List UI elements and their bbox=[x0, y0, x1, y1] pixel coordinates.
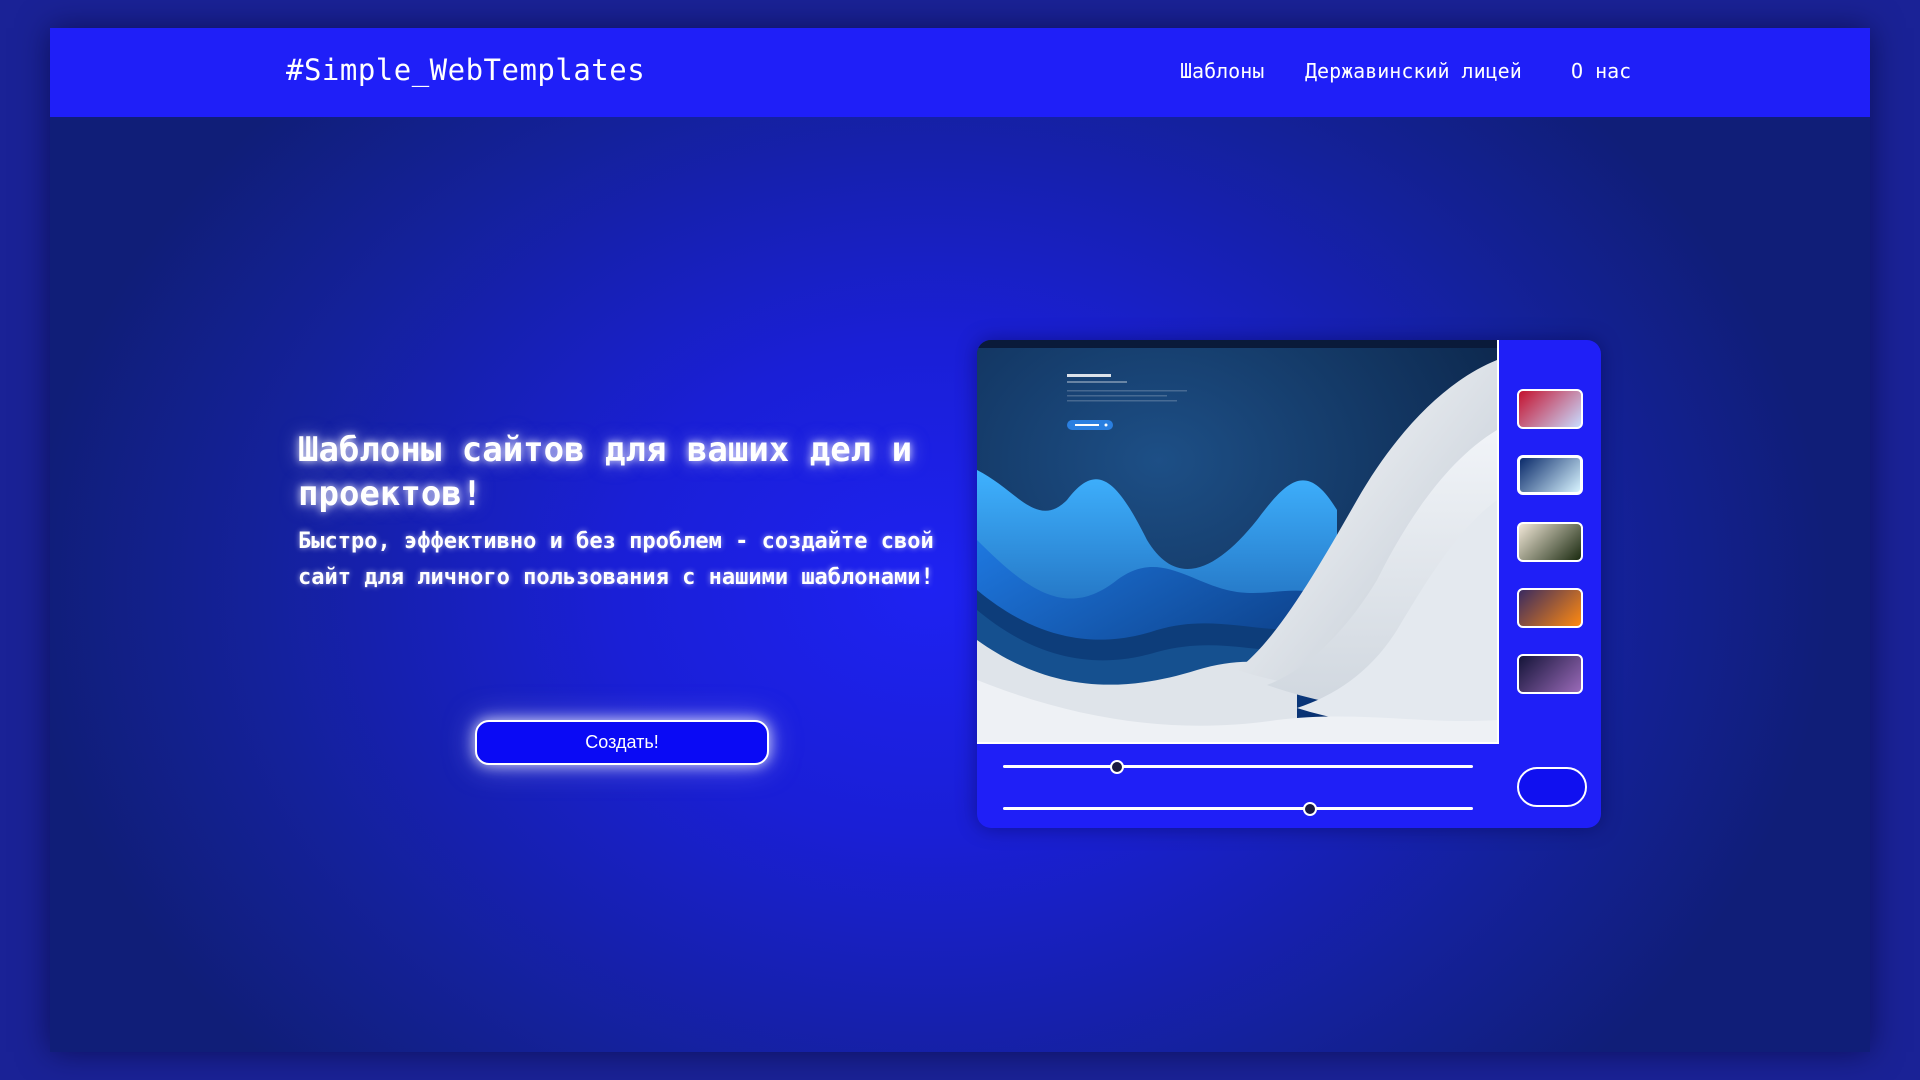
top-navigation-bar: #Simple_WebTemplates Шаблоны Державински… bbox=[50, 28, 1870, 117]
hero-title: Шаблоны сайтов для ваших дел и проектов! bbox=[298, 430, 913, 514]
template-preview bbox=[977, 340, 1499, 744]
nav-link-lyceum[interactable]: Державинский лицей bbox=[1305, 59, 1522, 83]
nav-link-about[interactable]: О нас bbox=[1571, 59, 1631, 83]
toggle-button[interactable] bbox=[1517, 767, 1587, 807]
hero-subtitle: Быстро, эффективно и без проблем - созда… bbox=[298, 529, 934, 590]
template-editor-panel bbox=[977, 340, 1601, 828]
slider-1-thumb[interactable] bbox=[1109, 760, 1124, 774]
color-swatch-dark-purple-gradient[interactable] bbox=[1517, 654, 1583, 694]
color-swatch-cream-olive-gradient[interactable] bbox=[1517, 522, 1583, 562]
slider-2-track[interactable] bbox=[1003, 802, 1473, 816]
page-frame: #Simple_WebTemplates Шаблоны Державински… bbox=[50, 28, 1870, 1052]
color-swatch-red-blue-gradient[interactable] bbox=[1517, 389, 1583, 429]
nav-link-templates[interactable]: Шаблоны bbox=[1180, 59, 1264, 83]
color-swatch-navy-cyan-gradient[interactable] bbox=[1517, 455, 1583, 495]
color-swatch-orange-gradient[interactable] bbox=[1517, 588, 1583, 628]
create-button[interactable]: Создать! bbox=[475, 720, 769, 765]
main-nav: Шаблоны Державинский лицей О нас bbox=[50, 59, 1870, 89]
slider-1-track[interactable] bbox=[1003, 760, 1473, 774]
preview-wave-illustration bbox=[977, 340, 1497, 742]
slider-2-thumb[interactable] bbox=[1302, 802, 1317, 816]
